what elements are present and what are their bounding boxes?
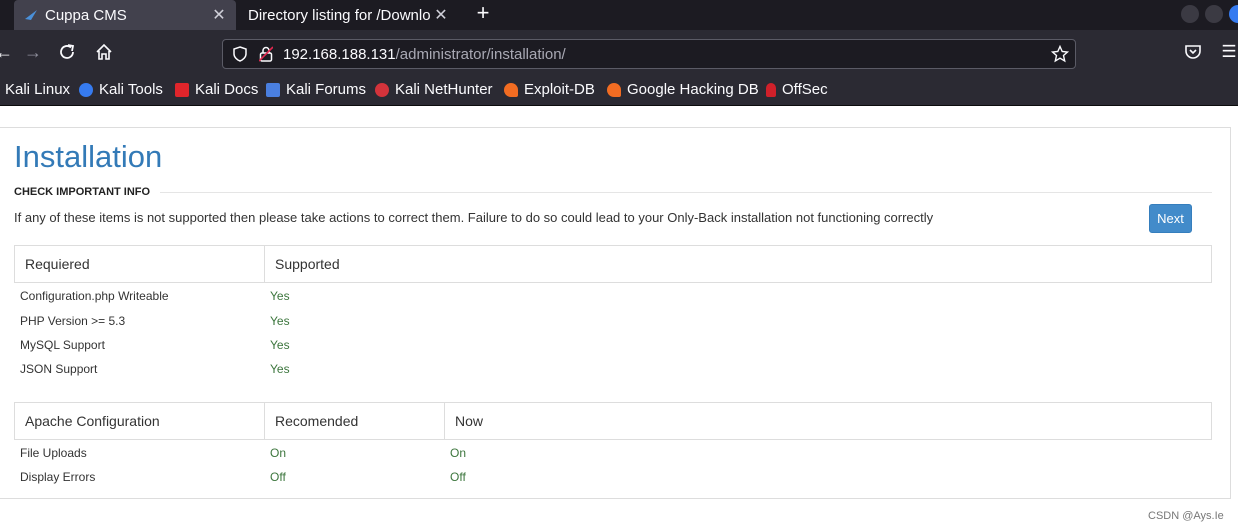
recommended-value: Off (270, 470, 286, 484)
current-value: Off (450, 470, 466, 484)
apache-setting-label: File Uploads (20, 446, 87, 460)
next-button[interactable]: Next (1149, 204, 1192, 233)
page-title: Installation (14, 139, 163, 174)
table-row: PHP Version >= 5.3 Yes (20, 314, 290, 328)
bookmark-kali-nethunter[interactable]: Kali NetHunter (375, 81, 493, 98)
requirement-label: Configuration.php Writeable (20, 289, 169, 303)
bookmark-google-hacking-db[interactable]: Google Hacking DB (607, 81, 759, 98)
kali-docs-icon (175, 82, 189, 97)
tab-directory-listing[interactable]: Directory listing for /Downloads ✕ (236, 0, 458, 30)
bookmark-label: Kali Tools (99, 81, 163, 98)
new-tab-button[interactable]: + (472, 2, 494, 26)
section-label: CHECK IMPORTANT INFO (14, 186, 151, 198)
forward-arrow-icon[interactable]: → (21, 40, 45, 64)
supported-value: Yes (270, 314, 290, 328)
back-arrow-icon[interactable]: ← (0, 40, 16, 64)
bookmark-exploit-db[interactable]: Exploit-DB (504, 81, 595, 98)
kali-tools-icon (79, 82, 93, 97)
url-text[interactable]: 192.168.188.131/administrator/installati… (283, 46, 566, 63)
bookmark-kali-forums[interactable]: Kali Forums (266, 81, 366, 98)
table-row: File Uploads On On (20, 446, 466, 460)
current-value: On (450, 446, 467, 460)
bookmark-label: OffSec (782, 81, 828, 98)
supported-value: Yes (270, 362, 290, 376)
requirements-table-header: Requiered Supported (14, 245, 1212, 283)
url-path: /administrator/installation/ (395, 45, 566, 63)
insecure-lock-icon[interactable] (259, 46, 273, 62)
offsec-icon (766, 82, 776, 97)
url-host: 192.168.188.131 (283, 45, 396, 63)
recommended-value: On (270, 446, 287, 460)
info-text: If any of these items is not supported t… (14, 210, 934, 225)
requirement-label: PHP Version >= 5.3 (20, 314, 126, 328)
minimize-window-button[interactable] (1181, 5, 1199, 23)
tab-bar: Cuppa CMS ✕ Directory listing for /Downl… (0, 0, 1238, 30)
maximize-window-button[interactable] (1205, 5, 1223, 23)
tab-cuppa-cms[interactable]: Cuppa CMS ✕ (14, 0, 236, 30)
bookmark-offsec[interactable]: OffSec (766, 81, 828, 98)
bookmark-label: Exploit-DB (524, 81, 595, 98)
apache-table-header: Apache Configuration Recomended Now (14, 402, 1212, 440)
bookmark-star-icon[interactable] (1051, 45, 1069, 63)
bookmark-kali-linux[interactable]: Kali Linux (5, 81, 70, 98)
bookmark-kali-docs[interactable]: Kali Docs (175, 81, 258, 98)
apache-setting-label: Display Errors (20, 470, 96, 484)
address-bar[interactable]: 192.168.188.131/administrator/installati… (222, 39, 1076, 69)
bookmark-label: Kali Forums (286, 81, 367, 98)
tracking-protection-shield-icon[interactable] (232, 46, 248, 62)
ghdb-icon (607, 82, 621, 97)
table-row: Configuration.php Writeable Yes (20, 289, 290, 303)
requirement-label: JSON Support (20, 362, 98, 376)
supported-value: Yes (270, 289, 290, 303)
watermark: CSDN @Ays.Ie (1148, 510, 1224, 522)
header-supported: Supported (275, 256, 340, 272)
table-row: JSON Support Yes (20, 362, 290, 376)
bookmark-kali-tools[interactable]: Kali Tools (79, 81, 163, 98)
tab-title: Directory listing for /Downloads (248, 6, 430, 24)
installation-panel (0, 127, 1231, 499)
cuppa-favicon-icon (25, 10, 37, 20)
requirement-label: MySQL Support (20, 338, 105, 352)
supported-value: Yes (270, 338, 290, 352)
table-row: MySQL Support Yes (20, 338, 290, 352)
table-row: Display Errors Off Off (20, 470, 466, 484)
pocket-icon[interactable] (1184, 43, 1202, 61)
navigation-toolbar: ← → 192.168.188.131/administrator/instal… (0, 30, 1238, 76)
bookmark-label: Google Hacking DB (627, 81, 759, 98)
bookmark-label: Kali NetHunter (395, 81, 493, 98)
header-requiered: Requiered (15, 246, 265, 282)
close-tab-icon[interactable]: ✕ (208, 5, 230, 25)
section-divider (160, 192, 1212, 193)
bookmark-label: Kali Docs (195, 81, 259, 98)
tab-title: Cuppa CMS (45, 6, 127, 24)
bookmark-label: Kali Linux (5, 81, 71, 98)
kali-forums-icon (266, 82, 280, 97)
exploit-db-icon (504, 82, 518, 97)
home-icon[interactable] (95, 43, 113, 61)
nethunter-icon (375, 82, 389, 97)
bookmarks-toolbar: Kali Linux Kali Tools Kali Docs Kali For… (0, 76, 1238, 106)
header-apache-configuration: Apache Configuration (15, 403, 265, 439)
header-now: Now (455, 413, 484, 429)
hamburger-menu-icon[interactable]: ☰ (1217, 40, 1238, 64)
reload-icon[interactable] (58, 43, 76, 61)
close-window-button[interactable] (1229, 5, 1238, 23)
header-recomended: Recomended (265, 403, 445, 439)
close-tab-icon[interactable]: ✕ (430, 5, 452, 25)
